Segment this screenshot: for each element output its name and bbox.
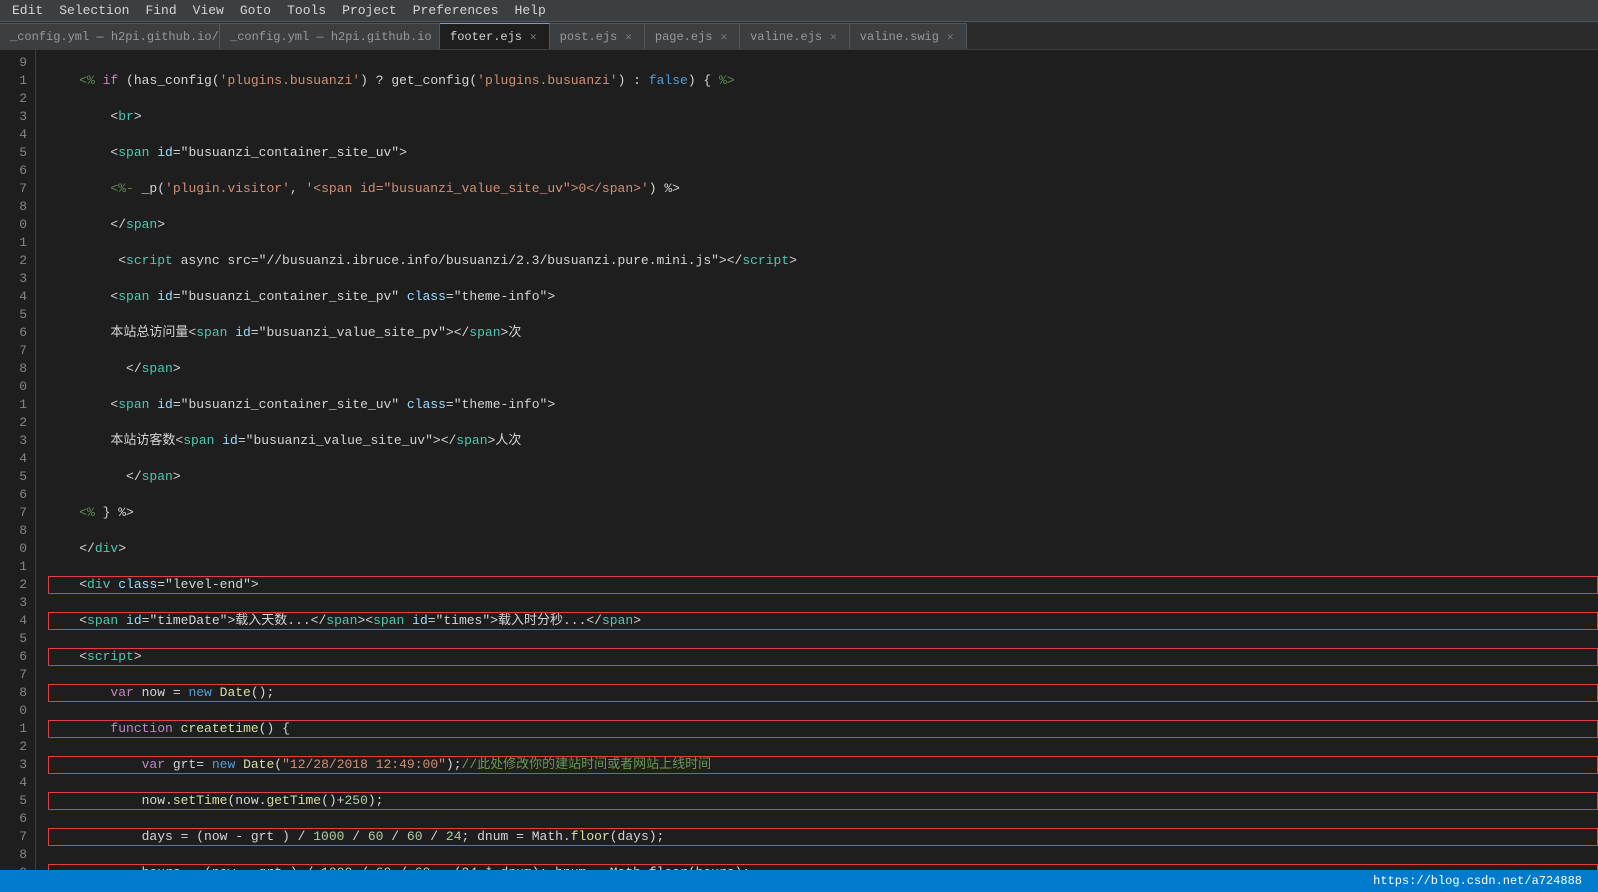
status-bar: https://blog.csdn.net/a724888 [0, 870, 1598, 892]
menu-bar: Edit Selection Find View Goto Tools Proj… [0, 0, 1598, 22]
tab-page-ejs[interactable]: page.ejs ✕ [645, 23, 740, 49]
tab-valine-swig[interactable]: valine.swig ✕ [850, 23, 967, 49]
status-url: https://blog.csdn.net/a724888 [1365, 874, 1590, 888]
menu-tools[interactable]: Tools [279, 0, 334, 22]
tab-config-yml[interactable]: _config.yml — h2pi.github.io ✕ [220, 23, 440, 49]
tab-close-icon[interactable]: ✕ [528, 29, 539, 45]
code-area[interactable]: <% if (has_config('plugins.busuanzi') ? … [36, 50, 1598, 870]
tab-label: post.ejs [560, 30, 618, 44]
tab-config-yml-carus[interactable]: _config.yml — h2pi.github.io/themes/caru… [0, 23, 220, 49]
menu-view[interactable]: View [185, 0, 232, 22]
tab-label: footer.ejs [450, 30, 522, 44]
menu-project[interactable]: Project [334, 0, 405, 22]
tab-post-ejs[interactable]: post.ejs ✕ [550, 23, 645, 49]
tab-footer-ejs[interactable]: footer.ejs ✕ [440, 23, 550, 49]
tab-close-icon[interactable]: ✕ [828, 29, 839, 45]
menu-preferences[interactable]: Preferences [405, 0, 507, 22]
menu-selection[interactable]: Selection [51, 0, 137, 22]
tab-label: valine.swig [860, 30, 939, 44]
tab-label: page.ejs [655, 30, 713, 44]
tab-label: _config.yml — h2pi.github.io [230, 30, 432, 44]
line-numbers: 9 1 2 3 4 5 6 7 8 0 1 2 3 4 5 6 7 8 0 1 … [0, 50, 36, 870]
menu-find[interactable]: Find [137, 0, 184, 22]
tab-valine-ejs[interactable]: valine.ejs ✕ [740, 23, 850, 49]
editor: 9 1 2 3 4 5 6 7 8 0 1 2 3 4 5 6 7 8 0 1 … [0, 50, 1598, 870]
tab-bar: _config.yml — h2pi.github.io/themes/caru… [0, 22, 1598, 50]
menu-goto[interactable]: Goto [232, 0, 279, 22]
menu-edit[interactable]: Edit [4, 0, 51, 22]
tab-label: valine.ejs [750, 30, 822, 44]
tab-close-icon[interactable]: ✕ [718, 29, 729, 45]
menu-help[interactable]: Help [507, 0, 554, 22]
tab-close-icon[interactable]: ✕ [945, 29, 956, 45]
tab-close-icon[interactable]: ✕ [623, 29, 634, 45]
